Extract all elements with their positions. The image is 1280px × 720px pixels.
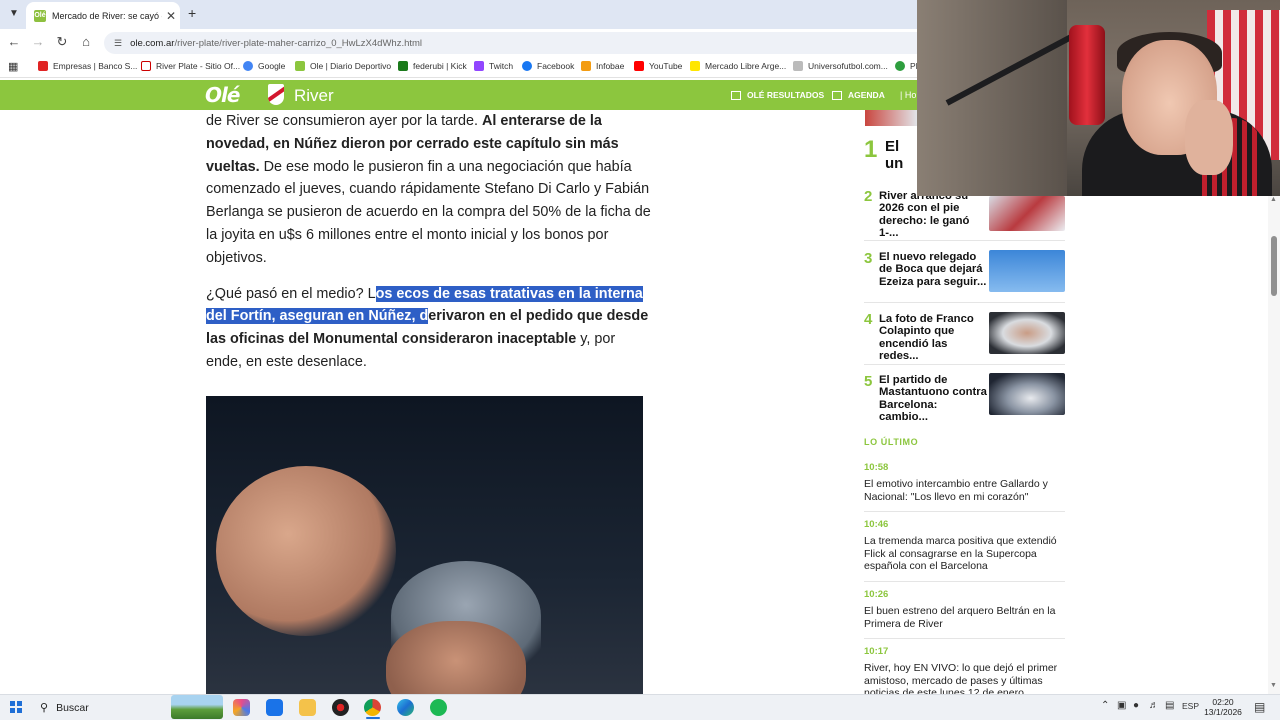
divider (864, 364, 1065, 365)
news-time: 10:46 (864, 519, 889, 530)
latest-news-title[interactable]: River, hoy EN VIVO: lo que dejó el prime… (864, 662, 1064, 694)
latest-heading: LO ÚLTIMO (864, 437, 919, 447)
news-time: 10:26 (864, 589, 889, 600)
bookmark-item[interactable]: YouTube (634, 61, 682, 71)
news-thumbnail[interactable] (989, 250, 1065, 292)
url-path: /river-plate/river-plate-maher-carrizo_0… (174, 37, 423, 49)
news-thumbnail[interactable] (989, 312, 1065, 354)
tab-list-icon[interactable]: ▼ (6, 6, 22, 22)
nav-extra[interactable]: | Ho (900, 90, 916, 100)
tray-app-icon[interactable]: ▣ (1117, 700, 1126, 711)
site-settings-icon[interactable]: ☰ (114, 38, 122, 49)
divider (864, 581, 1065, 582)
back-icon[interactable]: ← (6, 34, 22, 49)
scroll-thumb[interactable] (1271, 236, 1277, 296)
article-video[interactable] (206, 396, 643, 696)
latest-news-title[interactable]: El buen estreno del arquero Beltrán en l… (864, 605, 1064, 630)
calendar-icon (832, 90, 842, 100)
url-domain: ole.com.ar (130, 37, 175, 49)
close-icon[interactable]: ✕ (166, 9, 176, 23)
address-bar[interactable]: ☰ ole.com.ar/river-plate/river-plate-mah… (104, 32, 944, 54)
sidebar-image[interactable] (865, 110, 917, 126)
bookmark-item[interactable]: Facebook (522, 61, 574, 71)
browser-tab-active[interactable]: Olé Mercado de River: se cayó el pa ✕ (26, 2, 180, 29)
ranked-news-title[interactable]: El un ante (885, 138, 919, 172)
article-paragraph: ¿Qué pasó en el medio? Los ecos de esas … (206, 285, 649, 370)
bookmark-item[interactable]: Empresas | Banco S... (38, 61, 137, 71)
home-icon[interactable]: ⌂ (78, 34, 94, 49)
rank-number: 4 (864, 311, 873, 328)
chart-icon (731, 90, 741, 100)
webcam-background (917, 0, 1067, 196)
bookmark-item[interactable]: Infobae (581, 61, 624, 71)
rank-number: 1 (864, 136, 878, 163)
rank-number: 5 (864, 373, 873, 390)
rank-number: 3 (864, 250, 873, 267)
ranked-news-title[interactable]: El partido de Mastantuono contra Barcelo… (879, 374, 987, 424)
article-body: de River se consumieron ayer por la tard… (206, 110, 651, 387)
latest-news-title[interactable]: El emotivo intercambio entre Gallardo y … (864, 478, 1064, 503)
section-name[interactable]: River (294, 86, 334, 106)
divider (864, 302, 1065, 303)
ranked-news-title[interactable]: River arrancó su 2026 con el pie derecho… (879, 190, 987, 240)
spotify-icon[interactable] (430, 699, 447, 716)
forward-icon[interactable]: → (30, 34, 46, 49)
ole-resultados-link[interactable]: OLÉ RESULTADOS (731, 90, 824, 100)
agenda-link[interactable]: AGENDA (832, 90, 885, 100)
webcam-overlay (917, 0, 1280, 196)
file-explorer-icon[interactable] (299, 699, 316, 716)
latest-news-title[interactable]: La tremenda marca positiva que extendió … (864, 535, 1064, 573)
video-frame-face (386, 621, 526, 696)
bookmark-item[interactable]: Universofutbol.com... (793, 61, 888, 71)
language-indicator[interactable]: ESP (1182, 701, 1199, 711)
clock[interactable]: 02:20 13/1/2026 (1201, 697, 1245, 717)
news-time: 10:58 (864, 462, 889, 473)
apps-grid-icon[interactable]: ▦ (8, 60, 18, 73)
divider (864, 240, 1065, 241)
volume-icon[interactable]: ♬ (1149, 700, 1159, 711)
bookmark-item[interactable]: Mercado Libre Arge... (690, 61, 786, 71)
network-icon[interactable]: ▤ (1165, 700, 1174, 711)
outlook-icon[interactable] (266, 699, 283, 716)
reload-icon[interactable]: ↻ (54, 34, 70, 50)
search-icon: ⚲ (40, 702, 49, 714)
divider (864, 511, 1065, 512)
bookmark-item[interactable]: Ole | Diario Deportivo (295, 61, 391, 71)
active-app-indicator (366, 717, 380, 719)
news-thumbnail[interactable] (989, 373, 1065, 415)
ranked-news-title[interactable]: La foto de Franco Colapinto que encendió… (879, 313, 987, 363)
notification-icon[interactable]: ▤ (1254, 700, 1265, 714)
bookmark-item[interactable]: Google (243, 61, 285, 71)
webcam-microphone (1069, 25, 1105, 125)
scroll-up-icon[interactable]: ▲ (1270, 196, 1277, 203)
ranked-news-title[interactable]: El nuevo relegado de Boca que dejará Eze… (879, 251, 987, 288)
news-thumbnail[interactable] (989, 196, 1065, 231)
river-crest-icon (268, 84, 284, 105)
copilot-icon[interactable] (233, 699, 250, 716)
news-time: 10:17 (864, 646, 889, 657)
tab-title: Mercado de River: se cayó el pa (52, 10, 162, 21)
edge-icon[interactable] (397, 699, 414, 716)
article-paragraph: de River se consumieron ayer por la tard… (206, 113, 651, 266)
microphone-icon[interactable]: ● (1133, 700, 1139, 711)
webcam-person-hand (1185, 100, 1233, 175)
chrome-icon[interactable] (364, 699, 381, 716)
bookmark-item[interactable]: River Plate - Sitio Of... (141, 61, 240, 71)
windows-start-icon[interactable] (10, 701, 22, 713)
chevron-up-icon[interactable]: ⌃ (1101, 700, 1109, 711)
scroll-down-icon[interactable]: ▼ (1270, 682, 1277, 689)
capture-app-icon[interactable] (332, 699, 349, 716)
page-scrollbar[interactable]: ▲ ▼ (1268, 196, 1280, 694)
search-highlight-image[interactable] (171, 695, 223, 719)
ole-favicon-icon: Olé (34, 9, 46, 22)
bookmark-item[interactable]: federubi | Kick (398, 61, 467, 71)
bookmark-item[interactable]: Twitch (474, 61, 513, 71)
windows-taskbar: ⚲ Buscar ⌃ ▣ ● ♬ ▤ ESP 02:20 13/1/2026 ▤ (0, 694, 1280, 720)
video-frame-hand (216, 466, 396, 636)
plus-icon[interactable]: + (188, 5, 196, 21)
ole-logo[interactable]: Olé (205, 83, 240, 107)
divider (864, 638, 1065, 639)
rank-number: 2 (864, 188, 873, 205)
